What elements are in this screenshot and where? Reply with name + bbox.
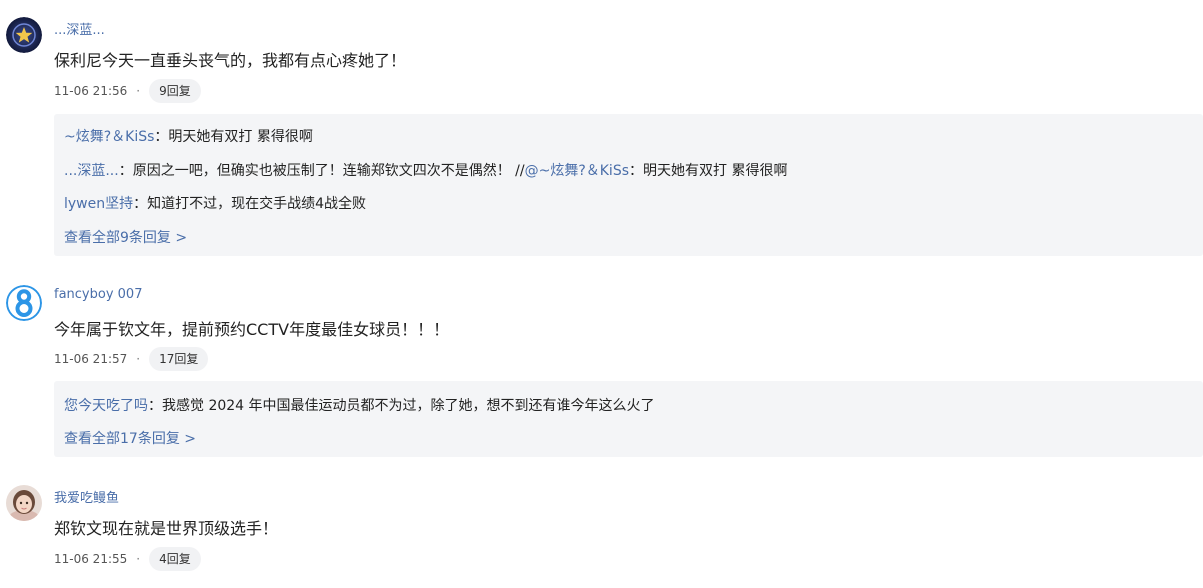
comment-text: 保利尼今天一直垂头丧气的，我都有点心疼她了！: [54, 51, 407, 70]
replies-panel: ~炫舞?＆KiSs：明天她有双打 累得很啊 ...深蓝...：原因之一吧，但确实…: [54, 114, 1203, 256]
number-8-avatar-icon: [6, 285, 42, 321]
reply-item: lywen坚持：知道打不过，现在交手战绩4战全败: [64, 193, 366, 213]
reply-count-button[interactable]: 9回复: [149, 79, 201, 103]
reply-count-button[interactable]: 17回复: [149, 347, 209, 371]
reply-separator: ：: [118, 163, 133, 179]
user-avatar[interactable]: [6, 285, 42, 321]
user-avatar[interactable]: [6, 17, 42, 53]
separator-dot: ·: [136, 84, 141, 98]
reply-item: 您今天吃了吗：我感觉 2024 年中国最佳运动员都不为过，除了她，想不到还有谁今…: [64, 395, 655, 415]
comment-username[interactable]: fancyboy 007: [54, 287, 142, 302]
comment-time: 11-06 21:55: [54, 552, 128, 566]
reply-text: 我感觉 2024 年中国最佳运动员都不为过，除了她，想不到还有谁今年这么火了: [162, 398, 655, 414]
girl-photo-avatar-icon: [6, 485, 42, 521]
reply-username[interactable]: ~炫舞?＆KiSs: [64, 129, 154, 145]
reply-username[interactable]: ...深蓝...: [64, 163, 119, 179]
separator-dot: ·: [136, 352, 141, 366]
reply-separator: ：: [133, 196, 148, 212]
comment-meta: 11-06 21:56 · 9回复: [54, 79, 201, 103]
view-all-replies-link[interactable]: 查看全部9条回复 >: [64, 227, 187, 247]
comment-text: 今年属于钦文年，提前预约CCTV年度最佳女球员！！！: [54, 320, 450, 339]
star-badge-avatar-icon: [6, 17, 42, 53]
reply-separator: ：: [154, 129, 169, 145]
user-avatar[interactable]: [6, 485, 42, 521]
comment-text: 郑钦文现在就是世界顶级选手！: [54, 519, 279, 538]
reply-mention[interactable]: @~炫舞?＆KiSs: [525, 163, 629, 179]
reply-username[interactable]: lywen坚持: [64, 196, 133, 212]
reply-text: 明天她有双打 累得很啊: [168, 129, 313, 145]
separator-dot: ·: [136, 552, 141, 566]
view-all-replies-link[interactable]: 查看全部17条回复 >: [64, 428, 196, 448]
comment-time: 11-06 21:57: [54, 352, 128, 366]
comment-meta: 11-06 21:57 · 17回复: [54, 347, 209, 371]
reply-separator: ：: [148, 398, 162, 414]
comment-username[interactable]: ...深蓝...: [54, 19, 105, 38]
comment-time: 11-06 21:56: [54, 84, 128, 98]
reply-username[interactable]: 您今天吃了吗: [64, 398, 148, 414]
reply-item: ...深蓝...：原因之一吧，但确实也被压制了！连输郑钦文四次不是偶然！ //@…: [64, 160, 787, 180]
reply-item: ~炫舞?＆KiSs：明天她有双打 累得很啊: [64, 126, 313, 146]
replies-panel: 您今天吃了吗：我感觉 2024 年中国最佳运动员都不为过，除了她，想不到还有谁今…: [54, 381, 1203, 457]
reply-text: 原因之一吧，但确实也被压制了！连输郑钦文四次不是偶然！ //: [132, 163, 525, 179]
reply-text: 知道打不过，现在交手战绩4战全败: [147, 196, 367, 212]
reply-quoted-text: ：明天她有双打 累得很啊: [629, 163, 788, 179]
comment-username[interactable]: 我爱吃鳗鱼: [54, 487, 119, 506]
comment-meta: 11-06 21:55 · 4回复: [54, 547, 201, 571]
reply-count-button[interactable]: 4回复: [149, 547, 201, 571]
